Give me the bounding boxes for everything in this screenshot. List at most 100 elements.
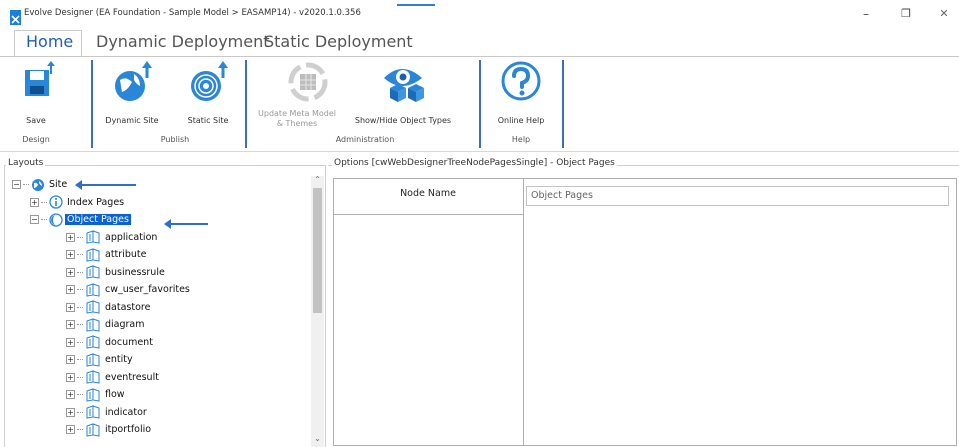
- ribbon-separator: [479, 60, 481, 148]
- show-hide-object-types-button[interactable]: [378, 58, 430, 106]
- expand-icon[interactable]: +: [66, 267, 75, 277]
- tree-scrollbar-thumb[interactable]: [313, 188, 322, 313]
- options-grid: [333, 178, 957, 446]
- tree-label: flow: [105, 389, 125, 401]
- page-icon: [86, 318, 100, 332]
- tree-label: application: [105, 231, 158, 243]
- collapse-icon[interactable]: −: [12, 180, 21, 190]
- save-icon: [25, 61, 55, 96]
- meta-model-icon: [288, 62, 328, 102]
- expand-icon[interactable]: +: [66, 407, 75, 417]
- group-help-label: Help: [511, 135, 531, 144]
- tree-label: Object Pages: [65, 214, 131, 226]
- tree-label: diagram: [105, 319, 145, 331]
- expand-icon[interactable]: +: [66, 320, 75, 330]
- options-panel-title: Options [cwWebDesignerTreeNodePagesSingl…: [332, 158, 617, 168]
- tree-node-object-type[interactable]: + document: [12, 334, 308, 352]
- node-name-field[interactable]: Object Pages: [526, 186, 949, 206]
- tree-label: businessrule: [105, 266, 165, 278]
- grid-divider: [523, 178, 524, 446]
- tree-label: indicator: [105, 406, 147, 418]
- tree-connector: [77, 306, 83, 308]
- page-icon: [86, 335, 100, 349]
- tree-label: cw_user_favorites: [105, 284, 190, 296]
- window-title: Evolve Designer (EA Foundation - Sample …: [24, 8, 361, 18]
- tree-node-object-type[interactable]: + flow: [12, 386, 308, 404]
- tree-label: Site: [49, 179, 68, 191]
- expand-icon[interactable]: +: [66, 302, 75, 312]
- tree-connector: [77, 359, 83, 361]
- tab-dynamic-deployment[interactable]: Dynamic Deployment: [96, 32, 270, 51]
- static-site-label: Static Site: [187, 116, 229, 125]
- expand-icon[interactable]: +: [66, 232, 75, 242]
- ribbon-separator: [91, 60, 93, 148]
- node-name-label: Node Name: [400, 188, 456, 199]
- tree-node-object-type[interactable]: + application: [12, 229, 308, 247]
- tree-connector: [77, 341, 83, 343]
- page-icon: [86, 388, 100, 402]
- tree-node-object-type[interactable]: + diagram: [12, 316, 308, 334]
- tree-connector: [77, 376, 83, 378]
- annotation-arrow: [75, 180, 136, 190]
- expand-icon[interactable]: +: [30, 197, 39, 207]
- tree-node-object-type[interactable]: + businessrule: [12, 264, 308, 282]
- collapse-icon[interactable]: −: [30, 215, 39, 225]
- tree-label: attribute: [105, 249, 147, 261]
- ribbon-separator: [245, 60, 247, 148]
- tree-connector: [41, 219, 47, 221]
- grid-divider: [333, 214, 523, 215]
- tree-node-object-type[interactable]: + entity: [12, 351, 308, 369]
- tree-node-object-type[interactable]: + itportfolio: [12, 421, 308, 439]
- page-icon: [86, 423, 100, 437]
- minimize-button[interactable]: –: [856, 6, 876, 22]
- tree-node-index-pages[interactable]: + Index Pages: [12, 194, 308, 212]
- expand-icon[interactable]: +: [66, 390, 75, 400]
- site-globe-icon: [32, 178, 44, 191]
- tab-static-deployment[interactable]: Static Deployment: [264, 32, 413, 51]
- tree-connector: [41, 201, 47, 203]
- expand-icon[interactable]: +: [66, 285, 75, 295]
- page-icon: [86, 230, 100, 244]
- static-site-button[interactable]: [186, 60, 230, 108]
- tree-node-object-type[interactable]: + indicator: [12, 404, 308, 422]
- tree-connector: [77, 394, 83, 396]
- tree-connector: [23, 184, 29, 186]
- tree-node-object-type[interactable]: + attribute: [12, 246, 308, 264]
- ribbon-separator: [562, 60, 564, 148]
- expand-icon[interactable]: +: [66, 337, 75, 347]
- tree-connector: [77, 411, 83, 413]
- tab-home[interactable]: Home: [26, 32, 73, 51]
- title-accent-bar: [397, 4, 435, 6]
- globe-upload-icon: [115, 61, 152, 101]
- tree-node-object-type[interactable]: + eventresult: [12, 369, 308, 387]
- dynamic-site-button[interactable]: [110, 60, 154, 108]
- annotation-arrow: [164, 219, 208, 229]
- object-pages-children: + application + attribute + businessrule + cw_u…: [12, 229, 308, 439]
- page-icon: [86, 283, 100, 297]
- show-hide-object-types-label: Show/Hide Object Types: [354, 116, 452, 125]
- tree-node-object-type[interactable]: + cw_user_favorites: [12, 281, 308, 299]
- expand-icon[interactable]: +: [66, 372, 75, 382]
- static-globe-upload-icon: [191, 61, 228, 101]
- layouts-panel-title: Layouts: [6, 158, 46, 168]
- tree-node-object-type[interactable]: + datastore: [12, 299, 308, 317]
- tree-label: Index Pages: [67, 196, 125, 208]
- online-help-button[interactable]: [500, 60, 542, 102]
- expand-icon[interactable]: +: [66, 250, 75, 260]
- tree-connector: [77, 254, 83, 256]
- page-icon: [86, 300, 100, 314]
- update-meta-model-button[interactable]: [288, 60, 328, 104]
- page-icon: [86, 370, 100, 384]
- tree-node-object-pages[interactable]: − Object Pages: [12, 211, 308, 229]
- scroll-down-arrow-icon[interactable]: ⌄: [311, 434, 324, 443]
- expand-icon[interactable]: +: [66, 355, 75, 365]
- info-icon: [49, 195, 63, 209]
- restore-button[interactable]: ❐: [896, 6, 916, 22]
- tree-node-site[interactable]: − Site: [12, 176, 308, 194]
- update-meta-model-label: Update Meta Model & Themes: [258, 109, 336, 128]
- save-label: Save: [26, 116, 46, 125]
- save-button[interactable]: [22, 60, 55, 100]
- expand-icon[interactable]: +: [66, 425, 75, 435]
- scroll-up-arrow-icon[interactable]: ⌃: [311, 175, 324, 184]
- close-button[interactable]: ✕: [934, 6, 954, 22]
